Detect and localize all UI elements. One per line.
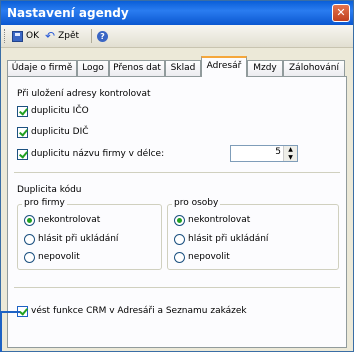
- tab-payroll[interactable]: Mzdy: [247, 60, 283, 76]
- tab-logo[interactable]: Logo: [77, 60, 109, 76]
- firms-radio-warn-label: hlásit při ukládání: [38, 234, 119, 244]
- firms-radio-no-check-label: nekontrolovat: [38, 215, 101, 225]
- tab-panel-address-book: Při uložení adresy kontrolovat duplicitu…: [7, 76, 347, 348]
- code-duplicity-title: Duplicita kódu: [17, 185, 82, 195]
- check-crm-label: vést funkce CRM v Adresáři a Seznamu zak…: [31, 306, 247, 316]
- name-length-value: 5: [275, 147, 281, 157]
- ok-button[interactable]: OK: [10, 28, 41, 44]
- firms-radio-deny-label: nepovolit: [38, 252, 80, 262]
- firms-radio-deny[interactable]: [24, 252, 35, 263]
- group-persons: pro osoby nekontrolovat hlásit při uklád…: [167, 198, 339, 270]
- callout-pointer: [0, 313, 2, 352]
- toolbar-grip[interactable]: [4, 29, 8, 43]
- firms-radio-warn[interactable]: [24, 234, 35, 245]
- stepper-up-icon[interactable]: ▲: [284, 146, 297, 154]
- firms-radio-no-check[interactable]: [24, 215, 35, 226]
- back-label: Zpět: [58, 31, 80, 41]
- check-dic[interactable]: [17, 127, 28, 138]
- persons-radio-warn-label: hlásit při ukládání: [188, 234, 269, 244]
- tab-data-transfer[interactable]: Přenos dat: [109, 60, 165, 76]
- check-ico-label: duplicitu IČO: [31, 106, 89, 116]
- divider: [14, 172, 340, 173]
- persons-radio-deny-label: nepovolit: [188, 252, 230, 262]
- callout-pointer: [0, 311, 20, 313]
- undo-icon: ↶: [45, 29, 56, 43]
- toolbar-separator: [91, 29, 92, 43]
- check-dic-label: duplicitu DIČ: [31, 127, 89, 137]
- close-icon: ✕: [336, 6, 346, 19]
- group-firms: pro firmy nekontrolovat hlásit při uklád…: [17, 198, 162, 270]
- tab-backup[interactable]: Zálohování: [283, 60, 345, 76]
- name-length-stepper[interactable]: 5 ▲ ▼: [230, 145, 298, 162]
- check-name[interactable]: [17, 149, 28, 160]
- check-name-label: duplicitu názvu firmy v délce:: [31, 149, 165, 159]
- close-button[interactable]: ✕: [332, 4, 350, 22]
- stepper-down-icon[interactable]: ▼: [284, 153, 297, 161]
- help-icon: ?: [97, 30, 108, 42]
- save-icon: [12, 30, 23, 42]
- settings-window: Nastavení agendy ✕ OK ↶ Zpět ? Údaje o f…: [0, 0, 354, 352]
- tab-warehouse[interactable]: Sklad: [165, 60, 201, 76]
- persons-radio-no-check[interactable]: [174, 215, 185, 226]
- group-firms-title: pro firmy: [22, 198, 67, 208]
- help-button[interactable]: ?: [95, 28, 110, 44]
- persons-radio-no-check-label: nekontrolovat: [188, 215, 251, 225]
- window-title: Nastavení agendy: [7, 6, 129, 20]
- save-check-title: Při uložení adresy kontrolovat: [17, 89, 151, 99]
- persons-radio-warn[interactable]: [174, 234, 185, 245]
- toolbar: OK ↶ Zpět ?: [1, 25, 353, 48]
- tab-company[interactable]: Údaje o firmě: [7, 60, 77, 76]
- group-persons-title: pro osoby: [172, 198, 221, 208]
- persons-radio-deny[interactable]: [174, 252, 185, 263]
- check-ico[interactable]: [17, 106, 28, 117]
- tab-address-book[interactable]: Adresář: [201, 56, 247, 77]
- title-bar[interactable]: Nastavení agendy ✕: [1, 1, 353, 25]
- ok-label: OK: [26, 31, 39, 41]
- back-button[interactable]: ↶ Zpět: [43, 28, 81, 44]
- stepper-buttons: ▲ ▼: [283, 146, 297, 161]
- divider: [14, 287, 340, 288]
